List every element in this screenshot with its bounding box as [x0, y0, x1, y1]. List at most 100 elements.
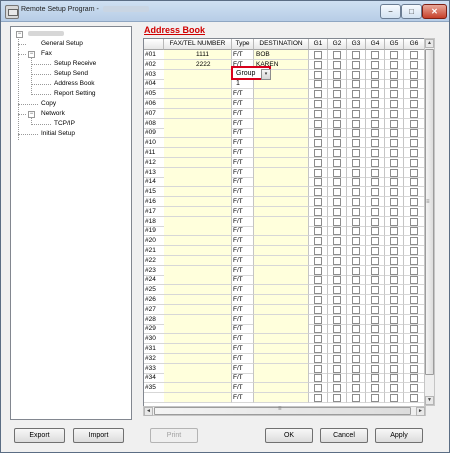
- group-cell[interactable]: [385, 304, 404, 315]
- group-checkbox[interactable]: [390, 70, 398, 79]
- group-cell[interactable]: [328, 353, 347, 364]
- group-cell[interactable]: [404, 89, 425, 100]
- group-checkbox[interactable]: [333, 60, 341, 69]
- fax-number-cell[interactable]: [164, 118, 232, 129]
- destination-cell[interactable]: [254, 138, 309, 149]
- group-checkbox[interactable]: [314, 335, 322, 344]
- group-checkbox[interactable]: [314, 266, 322, 275]
- group-cell[interactable]: [385, 275, 404, 286]
- table-row[interactable]: #09 F/T: [144, 128, 425, 139]
- destination-cell[interactable]: [254, 236, 309, 247]
- group-cell[interactable]: [385, 314, 404, 325]
- group-checkbox[interactable]: [314, 276, 322, 285]
- group-checkbox[interactable]: [371, 286, 379, 295]
- group-cell[interactable]: [366, 275, 385, 286]
- type-cell[interactable]: F/T: [232, 236, 254, 247]
- group-cell[interactable]: [328, 363, 347, 374]
- group-cell[interactable]: [347, 275, 366, 286]
- group-cell[interactable]: [309, 79, 328, 90]
- group-cell[interactable]: [366, 128, 385, 139]
- fax-number-cell[interactable]: [164, 393, 232, 403]
- group-cell[interactable]: [309, 216, 328, 227]
- group-checkbox[interactable]: [410, 354, 418, 363]
- table-row[interactable]: #06 F/T: [144, 99, 425, 109]
- group-checkbox[interactable]: [390, 374, 398, 383]
- destination-cell[interactable]: [254, 89, 309, 100]
- group-checkbox[interactable]: [333, 198, 341, 206]
- group-cell[interactable]: [385, 285, 404, 296]
- group-cell[interactable]: [385, 206, 404, 217]
- group-checkbox[interactable]: [314, 305, 322, 314]
- tree-fax-collapse-icon[interactable]: −: [28, 51, 35, 58]
- type-cell[interactable]: F/T: [232, 148, 254, 158]
- group-cell[interactable]: [385, 373, 404, 384]
- vertical-scrollbar[interactable]: ▲ ≡ ▼: [424, 38, 435, 406]
- group-cell[interactable]: [328, 265, 347, 276]
- group-checkbox[interactable]: [390, 217, 398, 226]
- group-checkbox[interactable]: [410, 315, 418, 324]
- table-row[interactable]: #16 F/T: [144, 197, 425, 207]
- group-cell[interactable]: [309, 226, 328, 237]
- group-checkbox[interactable]: [314, 384, 322, 393]
- group-checkbox[interactable]: [314, 364, 322, 373]
- group-checkbox[interactable]: [371, 90, 379, 99]
- group-checkbox[interactable]: [371, 139, 379, 148]
- group-cell[interactable]: [309, 304, 328, 315]
- group-checkbox[interactable]: [410, 149, 418, 157]
- group-checkbox[interactable]: [371, 384, 379, 393]
- group-cell[interactable]: [385, 118, 404, 129]
- group-cell[interactable]: [385, 69, 404, 80]
- group-cell[interactable]: [366, 393, 385, 403]
- group-checkbox[interactable]: [371, 315, 379, 324]
- group-checkbox[interactable]: [314, 178, 322, 187]
- group-cell[interactable]: [385, 246, 404, 256]
- group-checkbox[interactable]: [333, 51, 341, 59]
- group-checkbox[interactable]: [390, 394, 398, 402]
- group-cell[interactable]: [404, 295, 425, 305]
- group-checkbox[interactable]: [333, 286, 341, 295]
- group-cell[interactable]: [366, 138, 385, 149]
- fax-number-cell[interactable]: [164, 295, 232, 305]
- group-cell[interactable]: [347, 108, 366, 119]
- group-checkbox[interactable]: [371, 198, 379, 206]
- group-cell[interactable]: [309, 363, 328, 374]
- group-checkbox[interactable]: [333, 90, 341, 99]
- group-cell[interactable]: [366, 295, 385, 305]
- group-checkbox[interactable]: [352, 109, 360, 118]
- group-cell[interactable]: [309, 118, 328, 129]
- group-cell[interactable]: [347, 138, 366, 149]
- horizontal-scrollbar[interactable]: ◄ ≡ ►: [143, 406, 426, 416]
- group-cell[interactable]: [404, 69, 425, 80]
- type-cell[interactable]: F/T: [232, 99, 254, 109]
- tree-item-address-book[interactable]: Address Book: [54, 80, 94, 87]
- group-checkbox[interactable]: [410, 80, 418, 89]
- group-cell[interactable]: [347, 393, 366, 403]
- group-checkbox[interactable]: [390, 149, 398, 157]
- group-checkbox[interactable]: [390, 60, 398, 69]
- group-cell[interactable]: [347, 89, 366, 100]
- group-cell[interactable]: [404, 187, 425, 198]
- group-checkbox[interactable]: [314, 217, 322, 226]
- type-cell[interactable]: F/T: [232, 157, 254, 168]
- group-checkbox[interactable]: [410, 70, 418, 79]
- group-cell[interactable]: [328, 108, 347, 119]
- group-cell[interactable]: [328, 148, 347, 158]
- table-row[interactable]: #05 F/T: [144, 89, 425, 100]
- group-cell[interactable]: [366, 59, 385, 70]
- destination-cell[interactable]: [254, 285, 309, 296]
- group-checkbox[interactable]: [390, 100, 398, 108]
- table-row[interactable]: #31 F/T: [144, 344, 425, 354]
- group-checkbox[interactable]: [314, 80, 322, 89]
- group-checkbox[interactable]: [390, 109, 398, 118]
- destination-cell[interactable]: [254, 246, 309, 256]
- group-checkbox[interactable]: [390, 335, 398, 344]
- fax-number-cell[interactable]: [164, 108, 232, 119]
- group-checkbox[interactable]: [333, 158, 341, 167]
- group-cell[interactable]: [366, 255, 385, 266]
- group-checkbox[interactable]: [390, 188, 398, 197]
- type-cell[interactable]: F/T: [232, 50, 254, 60]
- group-checkbox[interactable]: [333, 325, 341, 334]
- group-checkbox[interactable]: [352, 296, 360, 304]
- group-cell[interactable]: [347, 69, 366, 80]
- table-row[interactable]: #24 F/T: [144, 275, 425, 286]
